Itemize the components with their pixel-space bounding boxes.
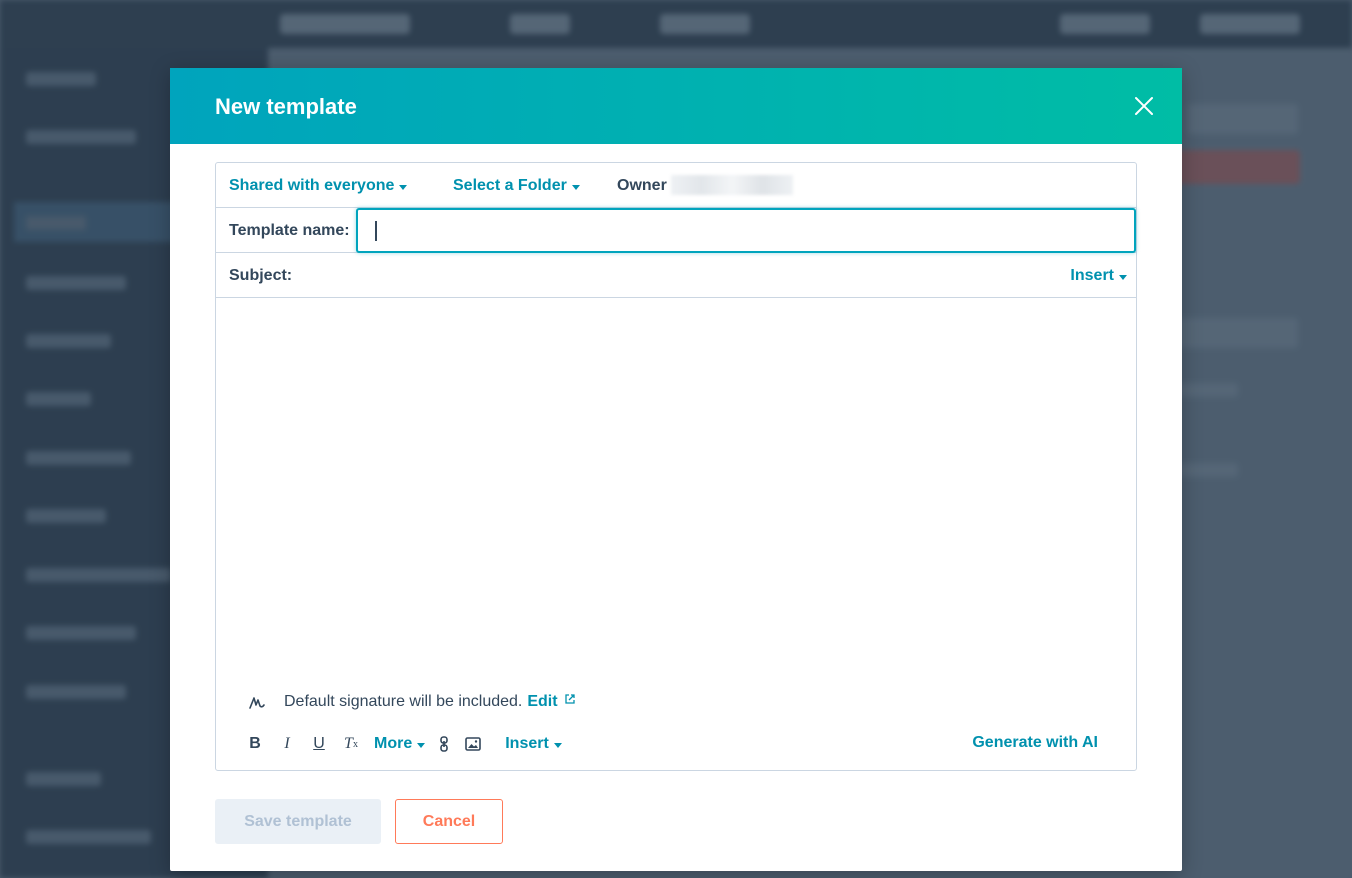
close-icon [1135, 97, 1153, 115]
settings-row: Shared with everyone Select a Folder Own… [216, 163, 1136, 208]
subject-label: Subject: [229, 267, 293, 284]
template-name-input[interactable] [356, 208, 1136, 253]
external-link-icon [564, 694, 575, 704]
caret-down-icon [417, 742, 426, 748]
underline-button[interactable]: U [310, 733, 328, 755]
caret-down-icon [399, 184, 408, 190]
more-dropdown[interactable]: More [374, 733, 426, 755]
signature-edit-link[interactable]: Edit [527, 693, 557, 711]
template-name-label: Template name: [229, 222, 350, 239]
caret-down-icon [1119, 274, 1127, 280]
sharing-dropdown-label: Shared with everyone [229, 177, 395, 194]
signature-text: Default signature will be included. [284, 693, 523, 710]
formatting-toolbar: B I U Tx More Insert Generate with AI [246, 733, 1106, 755]
bold-button[interactable]: B [246, 733, 264, 755]
folder-dropdown-label: Select a Folder [453, 177, 567, 194]
signature-icon [249, 697, 265, 709]
subject-insert-label: Insert [1070, 267, 1114, 284]
clear-formatting-button[interactable]: Tx [342, 733, 360, 755]
save-template-button[interactable]: Save template [215, 799, 381, 844]
generate-with-ai-button[interactable]: Generate with AI [972, 734, 1098, 752]
text-cursor [375, 221, 377, 241]
subject-row[interactable]: Subject: Insert [216, 253, 1136, 298]
folder-dropdown[interactable]: Select a Folder [453, 177, 580, 195]
toolbar-insert-label: Insert [505, 735, 549, 752]
subject-insert-dropdown[interactable]: Insert [1070, 267, 1127, 285]
modal-footer: Save template Cancel [215, 799, 503, 844]
template-name-row: Template name: [216, 208, 1136, 253]
signature-notice: Default signature will be included. Edit [248, 693, 576, 711]
clear-formatting-icon: T [344, 735, 353, 752]
caret-down-icon [571, 184, 580, 190]
owner-name-redacted [671, 175, 793, 195]
caret-down-icon [553, 742, 562, 748]
modal-header: New template [170, 68, 1182, 144]
cancel-button[interactable]: Cancel [395, 799, 503, 844]
more-dropdown-label: More [374, 735, 413, 752]
template-editor: Shared with everyone Select a Folder Own… [215, 162, 1137, 771]
owner-label: Owner [617, 177, 667, 194]
new-template-dialog: New template Shared with everyone Select… [170, 68, 1182, 871]
sharing-dropdown[interactable]: Shared with everyone [229, 177, 408, 195]
link-icon [440, 736, 449, 752]
toolbar-insert-dropdown[interactable]: Insert [505, 733, 562, 755]
insert-link-button[interactable] [439, 733, 449, 755]
modal-title: New template [215, 94, 357, 119]
template-body-editor[interactable] [216, 299, 1136, 669]
insert-image-button[interactable] [465, 733, 482, 755]
close-button[interactable] [1132, 94, 1156, 118]
image-icon [465, 737, 482, 751]
italic-button[interactable]: I [278, 733, 296, 755]
